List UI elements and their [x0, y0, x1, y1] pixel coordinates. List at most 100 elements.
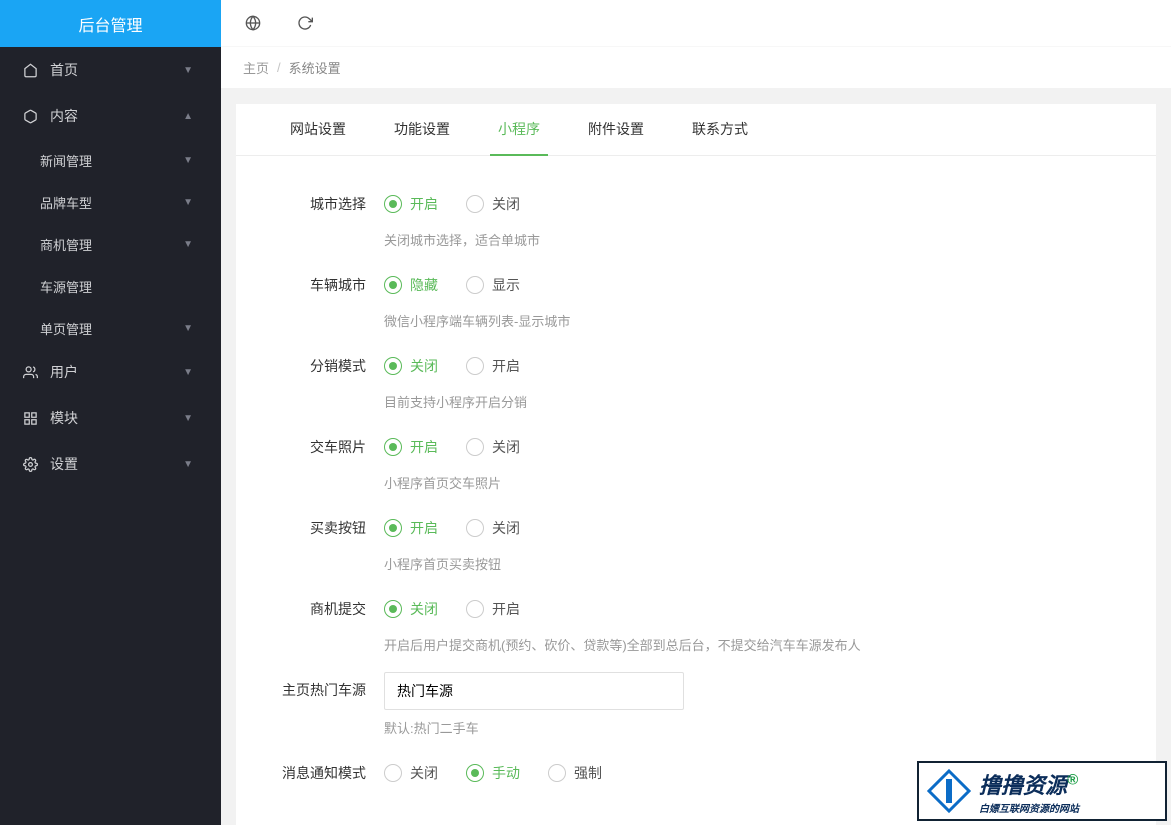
radio-notify-off[interactable]: 关闭	[384, 763, 438, 783]
chevron-down-icon: ▼	[183, 323, 193, 334]
radio-label: 关闭	[410, 356, 438, 376]
tabs: 网站设置 功能设置 小程序 附件设置 联系方式	[236, 104, 1156, 156]
radio-label: 关闭	[492, 437, 520, 457]
radio-circle-icon	[384, 276, 402, 294]
form: 城市选择 开启 关闭 关闭城市选择，适合单城市 车辆城市	[236, 156, 1156, 825]
radio-buysell-btn-off[interactable]: 关闭	[466, 518, 520, 538]
gear-icon	[22, 456, 38, 472]
globe-icon[interactable]	[241, 11, 265, 35]
chevron-down-icon: ▼	[183, 155, 193, 166]
tab-miniprogram[interactable]: 小程序	[490, 104, 548, 156]
radio-dist-mode-on[interactable]: 开启	[466, 356, 520, 376]
radio-group-vehicle-city: 隐藏 显示	[384, 267, 1116, 303]
sidebar-item-singlepage[interactable]: 单页管理 ▼	[0, 307, 221, 349]
radio-buysell-btn-on[interactable]: 开启	[384, 518, 438, 538]
watermark: 撸撸资源® 白嫖互联网资源的网站	[917, 761, 1167, 821]
sidebar-item-carsource[interactable]: 车源管理	[0, 265, 221, 307]
radio-circle-icon	[466, 519, 484, 537]
tab-function[interactable]: 功能设置	[386, 104, 458, 155]
label-buysell-btn: 买卖按钮	[276, 510, 384, 538]
label-city-choice: 城市选择	[276, 186, 384, 214]
label-notify-mode: 消息通知模式	[276, 755, 384, 783]
radio-vehicle-city-hide[interactable]: 隐藏	[384, 275, 438, 295]
radio-biz-submit-on[interactable]: 开启	[466, 599, 520, 619]
watermark-logo-icon	[927, 769, 971, 813]
panel: 网站设置 功能设置 小程序 附件设置 联系方式 城市选择 开启 关闭	[236, 104, 1156, 825]
radio-group-delivery-photo: 开启 关闭	[384, 429, 1116, 465]
radio-circle-icon	[384, 519, 402, 537]
sidebar-item-home[interactable]: 首页 ▼	[0, 47, 221, 93]
tab-attachment[interactable]: 附件设置	[580, 104, 652, 155]
radio-group-biz-submit: 关闭 开启	[384, 591, 1116, 627]
sidebar-item-brand[interactable]: 品牌车型▼	[0, 181, 221, 223]
breadcrumb-home[interactable]: 主页	[243, 58, 269, 77]
radio-label: 手动	[492, 763, 520, 783]
chevron-down-icon: ▼	[183, 459, 193, 470]
sidebar-item-label: 模块	[50, 408, 78, 428]
radio-group-dist-mode: 关闭 开启	[384, 348, 1116, 384]
sidebar-sub-content: 新闻管理▼ 品牌车型▼ 商机管理▼ 车源管理 单页管理▼	[0, 139, 221, 349]
sidebar-item-label: 商机管理	[40, 235, 92, 254]
chevron-down-icon: ▼	[183, 367, 193, 378]
row-delivery-photo: 交车照片 开启 关闭 小程序首页交车照片	[276, 429, 1116, 492]
radio-dist-mode-off[interactable]: 关闭	[384, 356, 438, 376]
sidebar-item-label: 新闻管理	[40, 151, 92, 170]
watermark-title: 撸撸资源®	[979, 768, 1079, 800]
row-vehicle-city: 车辆城市 隐藏 显示 微信小程序端车辆列表-显示城市	[276, 267, 1116, 330]
sidebar-item-settings[interactable]: 设置 ▼	[0, 441, 221, 487]
help-city-choice: 关闭城市选择，适合单城市	[384, 230, 1116, 249]
label-vehicle-city: 车辆城市	[276, 267, 384, 295]
radio-label: 强制	[574, 763, 602, 783]
radio-label: 隐藏	[410, 275, 438, 295]
breadcrumb-current: 系统设置	[289, 58, 341, 77]
sidebar-item-news[interactable]: 新闻管理 ▼	[0, 139, 221, 181]
chevron-down-icon: ▼	[183, 413, 193, 424]
input-hot-cars[interactable]	[384, 672, 684, 710]
radio-delivery-photo-off[interactable]: 关闭	[466, 437, 520, 457]
brand-title: 后台管理	[0, 0, 221, 47]
sidebar-item-modules[interactable]: 模块 ▼	[0, 395, 221, 441]
help-vehicle-city: 微信小程序端车辆列表-显示城市	[384, 311, 1116, 330]
radio-biz-submit-off[interactable]: 关闭	[384, 599, 438, 619]
radio-notify-manual[interactable]: 手动	[466, 763, 520, 783]
sidebar-item-label: 单页管理	[40, 319, 92, 338]
refresh-icon[interactable]	[293, 11, 317, 35]
sidebar-item-content[interactable]: 内容 ▲	[0, 93, 221, 139]
radio-city-choice-off[interactable]: 关闭	[466, 194, 520, 214]
breadcrumb-sep: /	[277, 60, 281, 75]
radio-group-buysell-btn: 开启 关闭	[384, 510, 1116, 546]
radio-circle-icon	[384, 600, 402, 618]
label-hot-cars: 主页热门车源	[276, 672, 384, 700]
tab-contact[interactable]: 联系方式	[684, 104, 756, 155]
radio-circle-icon	[548, 764, 566, 782]
chevron-up-icon: ▲	[183, 111, 193, 122]
radio-vehicle-city-show[interactable]: 显示	[466, 275, 520, 295]
radio-circle-icon	[466, 357, 484, 375]
radio-circle-icon	[384, 438, 402, 456]
row-hot-cars: 主页热门车源 默认:热门二手车	[276, 672, 1116, 737]
topbar	[221, 0, 1171, 47]
radio-circle-icon	[384, 357, 402, 375]
chevron-down-icon: ▼	[183, 197, 193, 208]
sidebar-item-users[interactable]: 用户 ▼	[0, 349, 221, 395]
radio-circle-icon	[466, 438, 484, 456]
sidebar-item-label: 用户	[50, 362, 78, 382]
radio-label: 关闭	[410, 763, 438, 783]
label-delivery-photo: 交车照片	[276, 429, 384, 457]
radio-city-choice-on[interactable]: 开启	[384, 194, 438, 214]
cube-icon	[22, 108, 38, 124]
radio-notify-force[interactable]: 强制	[548, 763, 602, 783]
sidebar-item-business[interactable]: 商机管理▼	[0, 223, 221, 265]
radio-delivery-photo-on[interactable]: 开启	[384, 437, 438, 457]
radio-circle-icon	[466, 600, 484, 618]
sidebar-item-label: 内容	[50, 106, 78, 126]
tab-site[interactable]: 网站设置	[282, 104, 354, 155]
radio-group-city-choice: 开启 关闭	[384, 186, 1116, 222]
radio-label: 开启	[492, 356, 520, 376]
sidebar-item-label: 首页	[50, 60, 78, 80]
content: 网站设置 功能设置 小程序 附件设置 联系方式 城市选择 开启 关闭	[221, 89, 1171, 825]
radio-circle-icon	[384, 195, 402, 213]
radio-circle-icon	[384, 764, 402, 782]
sidebar-item-label: 设置	[50, 454, 78, 474]
help-dist-mode: 目前支持小程序开启分销	[384, 392, 1116, 411]
